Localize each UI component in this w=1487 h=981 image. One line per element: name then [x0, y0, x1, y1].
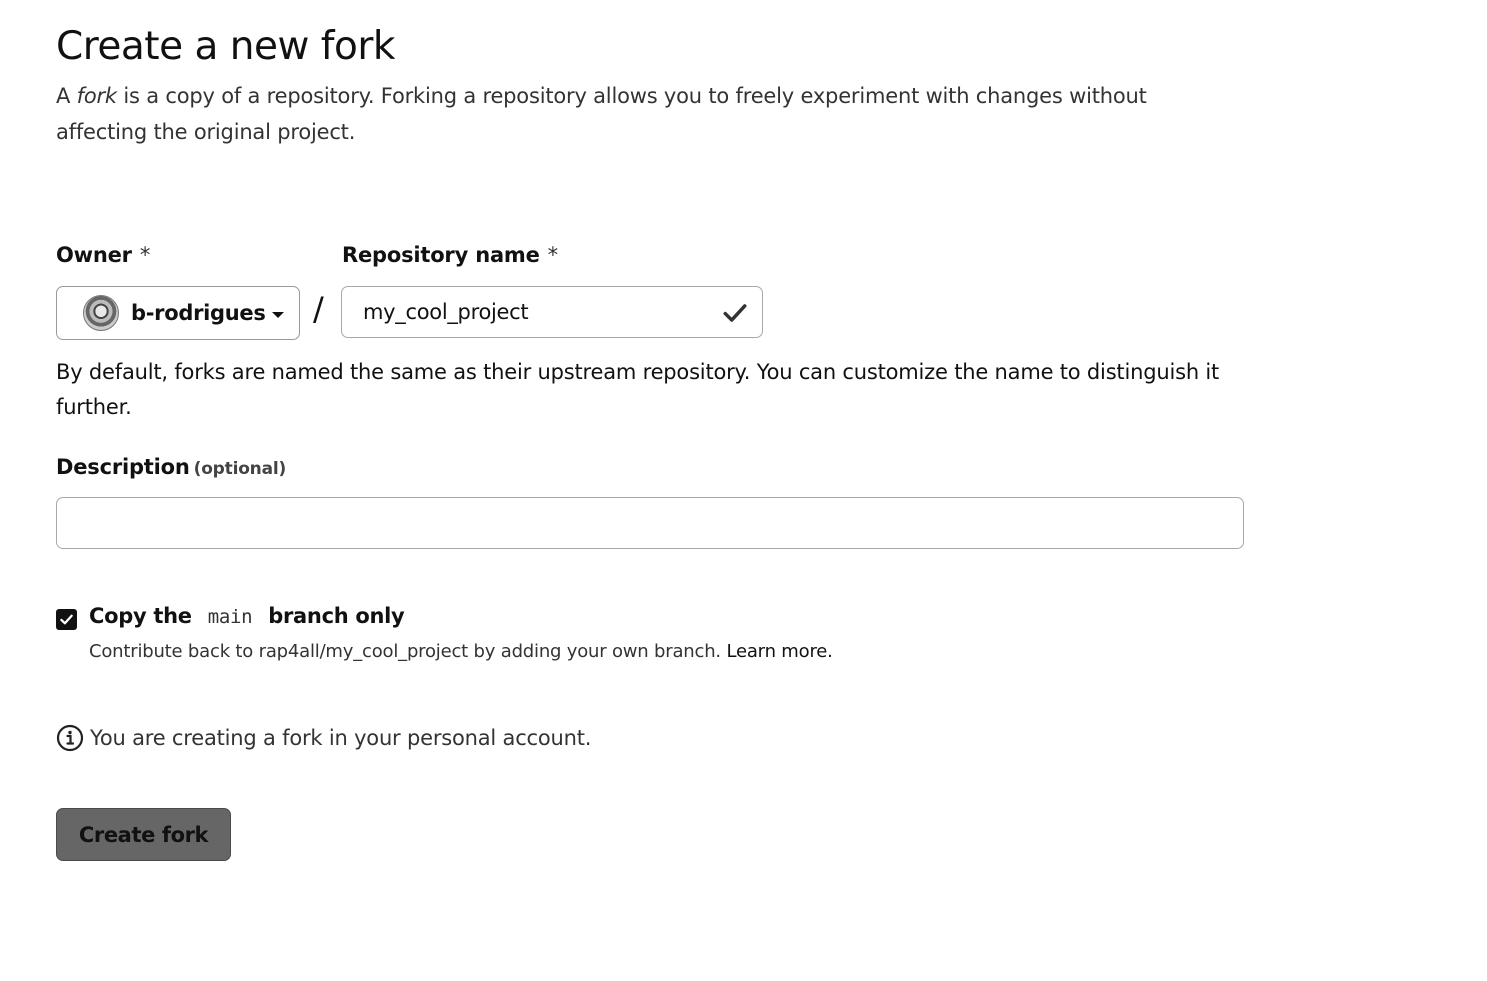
copy-branch-prefix: Copy the: [89, 604, 192, 628]
create-fork-button[interactable]: Create fork: [56, 808, 231, 861]
repo-name-label-text: Repository name: [342, 243, 540, 267]
info-text: You are creating a fork in your personal…: [90, 726, 592, 750]
branch-name-code: main: [207, 606, 253, 628]
copy-branch-description: Contribute back to rap4all/my_cool_proje…: [89, 641, 833, 662]
intro-rest: is a copy of a repository. Forking a rep…: [56, 84, 1147, 144]
repo-name-input[interactable]: [342, 287, 762, 337]
owner-label: Owner *: [56, 243, 150, 267]
page-title: Create a new fork: [56, 24, 396, 69]
personal-account-notice: You are creating a fork in your personal…: [56, 724, 591, 752]
caret-down-icon: [271, 312, 284, 318]
description-label-text: Description: [56, 455, 190, 479]
intro-prefix: A: [56, 84, 77, 108]
owner-dropdown[interactable]: b-rodrigues: [56, 286, 300, 340]
avatar: [83, 295, 119, 331]
repo-required-mark: *: [547, 243, 559, 267]
owner-label-text: Owner: [56, 243, 132, 267]
repo-name-label: Repository name *: [342, 243, 558, 267]
description-label: Description (optional): [56, 455, 286, 479]
repo-name-help: By default, forks are named the same as …: [56, 360, 1220, 419]
copy-branch-label[interactable]: Copy the main branch only: [89, 604, 405, 628]
intro-emphasis: fork: [76, 84, 117, 108]
check-icon: [723, 304, 747, 322]
copy-branch-sub-text: Contribute back to rap4all/my_cool_proje…: [89, 641, 721, 662]
learn-more-link[interactable]: Learn more.: [726, 641, 832, 662]
copy-branch-checkbox[interactable]: [56, 609, 77, 630]
info-icon: [56, 724, 84, 752]
owner-repo-separator: /: [313, 290, 324, 328]
owner-name: b-rodrigues: [131, 301, 266, 325]
description-optional-tag: (optional): [193, 459, 287, 479]
copy-branch-suffix: branch only: [268, 604, 405, 628]
description-input[interactable]: [56, 497, 1244, 549]
page-intro: A fork is a copy of a repository. Forkin…: [56, 78, 1176, 150]
checkbox-checked-icon: [60, 614, 73, 625]
repo-name-field: [341, 286, 763, 338]
owner-required-mark: *: [139, 243, 151, 267]
